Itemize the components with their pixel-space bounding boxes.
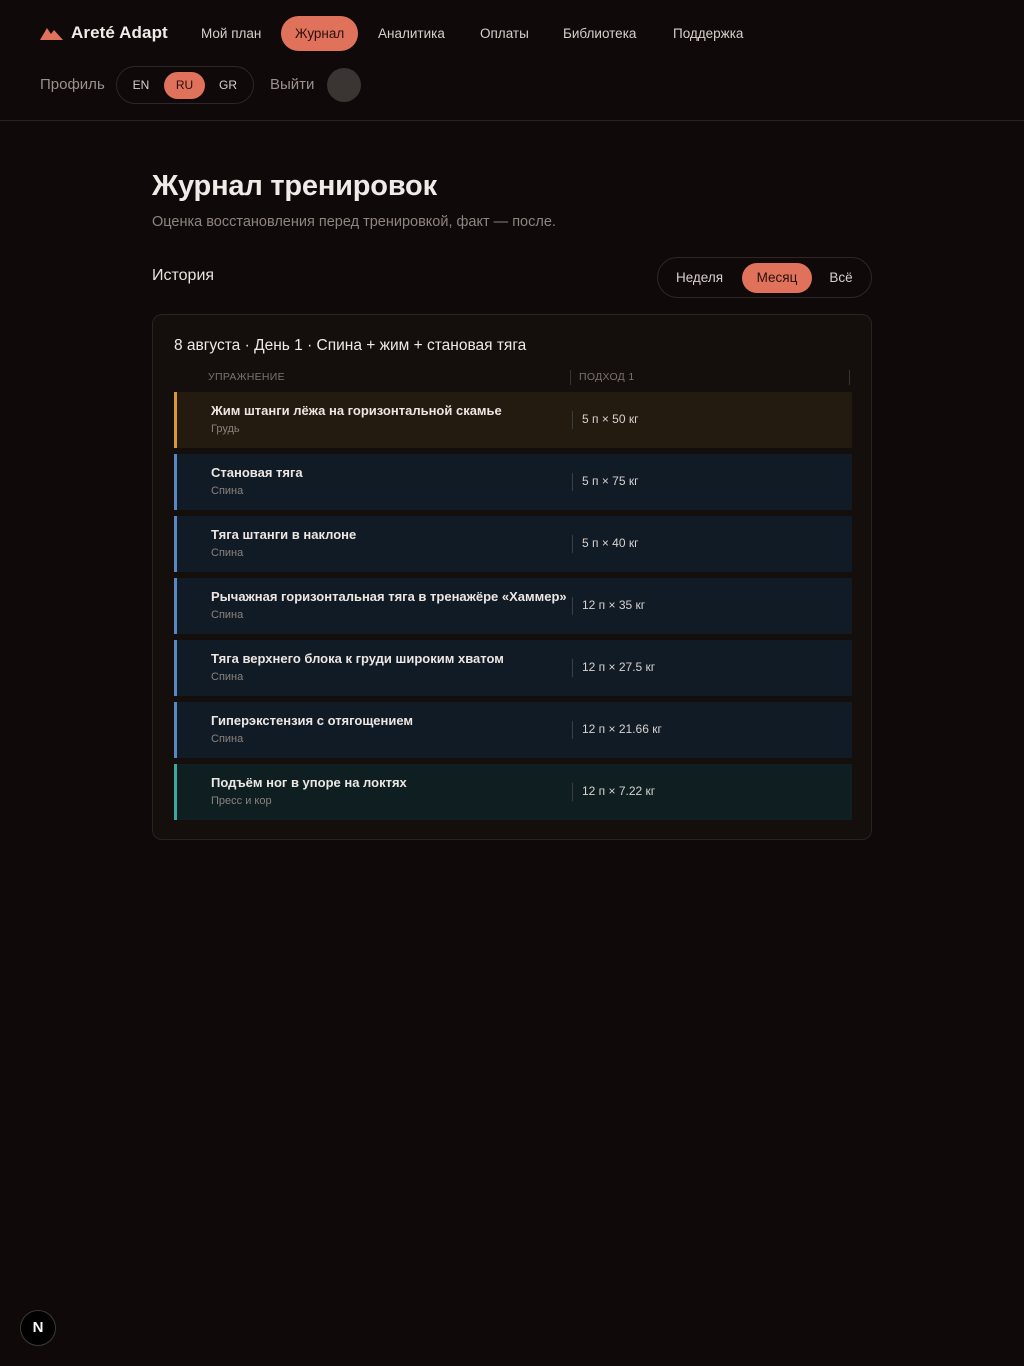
cell-divider <box>572 659 573 677</box>
exercise-muscle-group: Спина <box>211 671 244 683</box>
column-header-exercise: УПРАЖНЕНИЕ <box>208 371 285 383</box>
set-1-value: 5 п × 50 кг <box>582 412 639 426</box>
cell-divider <box>572 597 573 615</box>
exercise-row[interactable]: Жим штанги лёжа на горизонтальной скамье… <box>174 392 852 448</box>
exercise-name: Жим штанги лёжа на горизонтальной скамье <box>211 403 502 418</box>
set-1-value: 12 п × 35 кг <box>582 598 646 612</box>
exercise-muscle-group: Спина <box>211 547 244 559</box>
range-all[interactable]: Всё <box>822 263 860 293</box>
exercise-muscle-group: Спина <box>211 485 244 497</box>
exercise-muscle-group: Спина <box>211 733 244 745</box>
cell-divider <box>572 721 573 739</box>
nav-item-journal[interactable]: Журнал <box>281 16 359 51</box>
nav-item-payments[interactable]: Оплаты <box>480 16 529 51</box>
set-1-value: 12 п × 7.22 кг <box>582 784 656 798</box>
range-week[interactable]: Неделя <box>666 263 733 293</box>
exercise-row[interactable]: Гиперэкстензия с отягощением Спина 12 п … <box>174 702 852 758</box>
top-bar: Areté Adapt Мой план Журнал Аналитика Оп… <box>0 0 1024 121</box>
set-1-value: 5 п × 40 кг <box>582 536 639 550</box>
exercise-row[interactable]: Тяга верхнего блока к груди широким хват… <box>174 640 852 696</box>
nav-item-library[interactable]: Библиотека <box>563 16 636 51</box>
cell-divider <box>572 473 573 491</box>
workout-card: 8 августа · День 1 · Спина + жим + стано… <box>152 314 872 840</box>
exercise-row[interactable]: Становая тяга Спина 5 п × 75 кг <box>174 454 852 510</box>
page-subtitle: Оценка восстановления перед тренировкой,… <box>152 214 556 230</box>
cell-divider <box>572 411 573 429</box>
exercise-muscle-group: Пресс и кор <box>211 795 272 807</box>
workout-title: 8 августа · День 1 · Спина + жим + стано… <box>174 337 527 354</box>
lang-gr[interactable]: GR <box>212 72 244 99</box>
exercise-name: Тяга верхнего блока к груди широким хват… <box>211 651 504 666</box>
profile-link[interactable]: Профиль <box>40 66 105 104</box>
range-filter: Неделя Месяц Всё <box>657 257 872 298</box>
set-1-value: 12 п × 21.66 кг <box>582 722 662 736</box>
history-heading: История <box>152 267 215 284</box>
logout-link[interactable]: Выйти <box>270 66 314 104</box>
main-nav: Мой план Журнал Аналитика Оплаты Библиот… <box>0 16 1024 51</box>
exercise-name: Подъём ног в упоре на локтях <box>211 775 407 790</box>
column-divider <box>849 370 850 385</box>
exercise-name: Рычажная горизонтальная тяга в тренажёре… <box>211 589 567 604</box>
nav-item-support[interactable]: Поддержка <box>673 16 743 51</box>
nav-item-analytics[interactable]: Аналитика <box>378 16 445 51</box>
exercise-name: Гиперэкстензия с отягощением <box>211 713 414 728</box>
page-title: Журнал тренировок <box>152 170 437 202</box>
set-1-value: 12 п × 27.5 кг <box>582 660 656 674</box>
devtools-indicator-button[interactable]: N <box>20 1310 56 1346</box>
lang-ru[interactable]: RU <box>164 72 205 99</box>
exercise-name: Тяга штанги в наклоне <box>211 527 357 542</box>
exercise-row[interactable]: Подъём ног в упоре на локтях Пресс и кор… <box>174 764 852 820</box>
lang-en[interactable]: EN <box>125 72 157 99</box>
exercise-row[interactable]: Рычажная горизонтальная тяга в тренажёре… <box>174 578 852 634</box>
cell-divider <box>572 535 573 553</box>
nav-item-my-plan[interactable]: Мой план <box>201 16 261 51</box>
avatar[interactable] <box>327 68 361 102</box>
column-divider <box>570 370 571 385</box>
cell-divider <box>572 783 573 801</box>
set-1-value: 5 п × 75 кг <box>582 474 639 488</box>
account-row: Профиль EN RU GR Выйти <box>0 66 1024 104</box>
language-switcher: EN RU GR <box>116 66 254 104</box>
exercise-muscle-group: Грудь <box>211 423 240 435</box>
exercise-muscle-group: Спина <box>211 609 244 621</box>
exercise-name: Становая тяга <box>211 465 303 480</box>
column-header-set-1: ПОДХОД 1 <box>579 371 635 383</box>
range-month[interactable]: Месяц <box>742 263 812 293</box>
exercise-row[interactable]: Тяга штанги в наклоне Спина 5 п × 40 кг <box>174 516 852 572</box>
